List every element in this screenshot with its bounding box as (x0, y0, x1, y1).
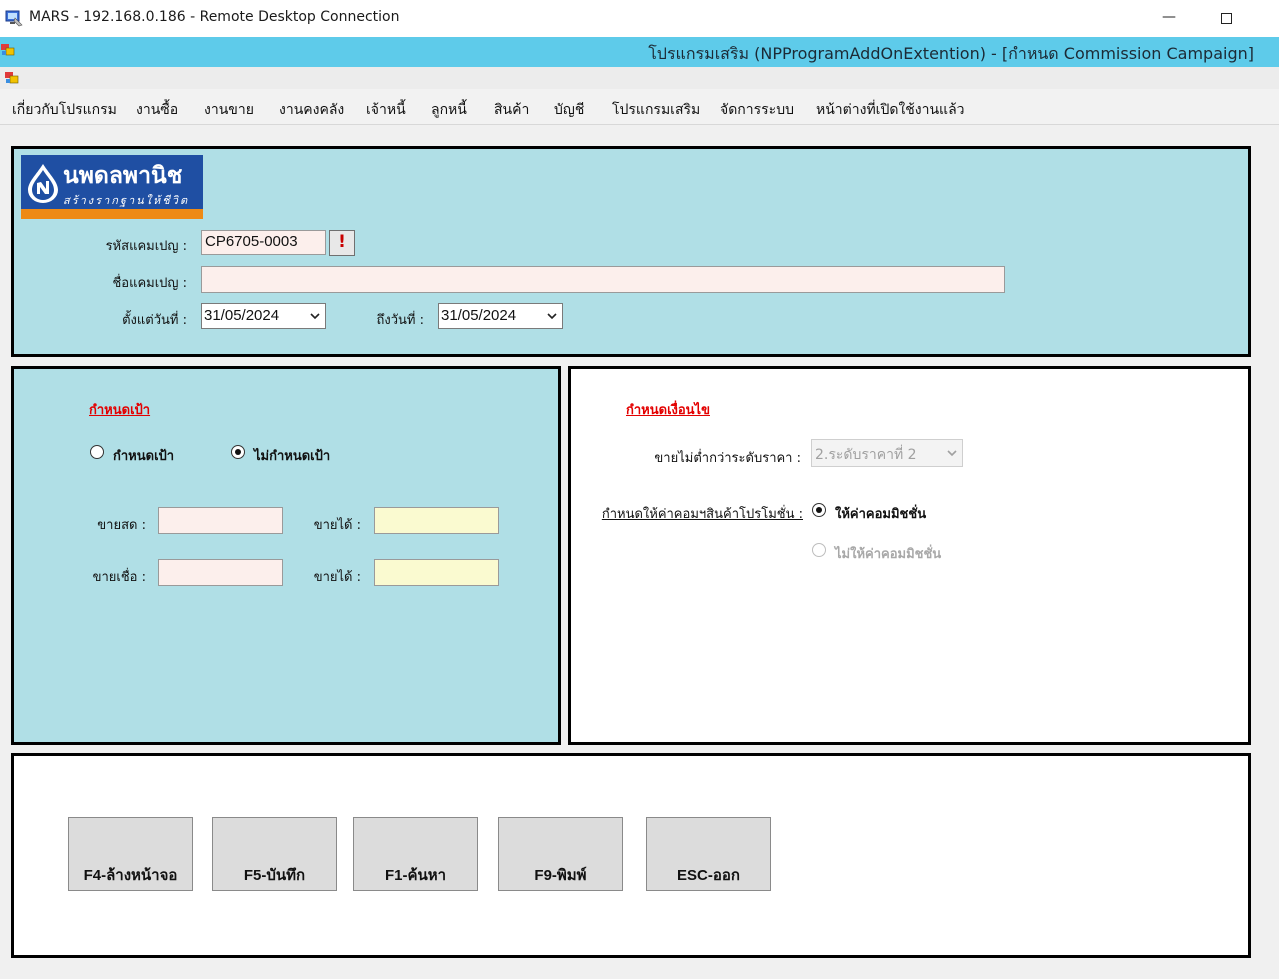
menu-products[interactable]: สินค้า (494, 99, 529, 121)
app-caption-title: โปรแกรมเสริม (NPProgramAddOnExtention) -… (648, 44, 1254, 63)
menu-accounting[interactable]: บัญชี (554, 99, 584, 121)
chevron-down-icon[interactable] (945, 446, 959, 460)
min-price-level-select[interactable]: 2.ระดับราคาที่ 2 (811, 439, 963, 467)
logo-emblem-icon (28, 164, 58, 203)
company-logo: นพดลพานิช สร้างรากฐานให้ชีวิต (21, 155, 203, 219)
logo-name: นพดลพานิช (63, 162, 183, 189)
target-panel: กำหนดเป้า กำหนดเป้า ไม่กำหนดเป้า ขายสด :… (11, 366, 561, 745)
campaign-code-label: รหัสแคมเปญ : (105, 239, 187, 254)
from-date-value: 31/05/2024 (204, 307, 280, 324)
chevron-down-icon[interactable] (308, 309, 322, 323)
menu-about[interactable]: เกี่ยวกับโปรแกรม (12, 99, 117, 121)
give-commission-label[interactable]: ให้ค่าคอมมิชชั่น (835, 503, 926, 524)
campaign-code-field[interactable]: CP6705-0003 (201, 230, 326, 255)
menu-payables[interactable]: เจ้าหนี้ (366, 99, 406, 121)
target-set-radio[interactable] (90, 445, 104, 459)
credit-sale-field[interactable] (158, 559, 283, 586)
menu-bar: เกี่ยวกับโปรแกรม งานซื้อ งานขาย งานคงคลั… (0, 89, 1279, 125)
condition-section-title: กำหนดเงื่อนไข (626, 403, 710, 418)
search-label: F1-ค้นหา (384, 867, 447, 884)
minimize-button[interactable]: — (1153, 4, 1185, 32)
clear-screen-label: F4-ล้างหน้าจอ (83, 867, 178, 884)
app-window-icon (1, 44, 15, 56)
to-date-value: 31/05/2024 (441, 307, 517, 324)
credit-earn-field[interactable] (374, 559, 499, 586)
target-set-label[interactable]: กำหนดเป้า (113, 445, 174, 466)
exit-label: ESC-ออก (677, 867, 740, 884)
logo-stripe (21, 209, 203, 219)
function-buttons-panel: F4-ล้างหน้าจอ F5-บันทึก F1-ค้นหา F9-พิมพ… (11, 753, 1251, 958)
campaign-code-alert-button[interactable]: ! (329, 230, 355, 256)
target-section-title: กำหนดเป้า (89, 403, 151, 418)
save-label: F5-บันทึก (243, 867, 306, 884)
credit-earn-label: ขายได้ : (313, 570, 361, 585)
menu-purchase[interactable]: งานซื้อ (136, 99, 178, 121)
menu-inventory[interactable]: งานคงคลัง (279, 99, 344, 121)
target-none-label[interactable]: ไม่กำหนดเป้า (254, 445, 330, 466)
cash-earn-field[interactable] (374, 507, 499, 534)
menu-receivables[interactable]: ลูกหนี้ (431, 99, 467, 121)
target-none-radio[interactable] (231, 445, 245, 459)
print-label: F9-พิมพ์ (534, 867, 587, 884)
campaign-name-label: ชื่อแคมเปญ : (112, 276, 187, 291)
exit-button[interactable]: ESC-ออก (646, 817, 771, 891)
logo-slogan: สร้างรากฐานให้ชีวิต (63, 194, 190, 207)
cash-earn-label: ขายได้ : (313, 518, 361, 533)
campaign-name-field[interactable] (201, 266, 1005, 293)
chevron-down-icon[interactable] (545, 309, 559, 323)
mdi-window-icon[interactable] (4, 70, 20, 86)
menu-system[interactable]: จัดการระบบ (720, 99, 794, 121)
maximize-button[interactable] (1210, 4, 1242, 32)
search-button[interactable]: F1-ค้นหา (353, 817, 478, 891)
remote-desktop-titlebar: MARS - 192.168.0.186 - Remote Desktop Co… (0, 0, 1279, 37)
credit-sale-label: ขายเชื่อ : (92, 570, 146, 585)
from-date-picker[interactable]: 31/05/2024 (201, 303, 326, 329)
min-price-level-label: ขายไม่ต่ำกว่าระดับราคา : (654, 451, 801, 466)
no-commission-radio[interactable] (812, 543, 826, 557)
campaign-header-panel: นพดลพานิช สร้างรากฐานให้ชีวิต รหัสแคมเปญ… (11, 146, 1251, 357)
cash-sale-field[interactable] (158, 507, 283, 534)
give-commission-radio[interactable] (812, 503, 826, 517)
to-date-picker[interactable]: 31/05/2024 (438, 303, 563, 329)
menu-open-windows[interactable]: หน้าต่างที่เปิดใช้งานแล้ว (816, 99, 965, 121)
no-commission-label[interactable]: ไม่ให้ค่าคอมมิชชั่น (835, 543, 941, 564)
window-title: MARS - 192.168.0.186 - Remote Desktop Co… (29, 9, 400, 25)
save-button[interactable]: F5-บันทึก (212, 817, 337, 891)
to-date-label: ถึงวันที่ : (376, 313, 425, 328)
min-price-level-value: 2.ระดับราคาที่ 2 (815, 447, 917, 463)
cash-sale-label: ขายสด : (97, 518, 146, 533)
app-caption-bar: โปรแกรมเสริม (NPProgramAddOnExtention) -… (0, 37, 1279, 67)
menu-sales[interactable]: งานขาย (204, 99, 254, 121)
clear-screen-button[interactable]: F4-ล้างหน้าจอ (68, 817, 193, 891)
maximize-icon (1220, 13, 1232, 24)
remote-desktop-icon (5, 10, 23, 27)
menu-addon[interactable]: โปรแกรมเสริม (612, 99, 700, 121)
from-date-label: ตั้งแต่วันที่ : (122, 313, 187, 328)
promo-commission-label: กำหนดให้ค่าคอมฯสินค้าโปรโมชั่น : (601, 507, 803, 522)
print-button[interactable]: F9-พิมพ์ (498, 817, 623, 891)
condition-panel: กำหนดเงื่อนไข ขายไม่ต่ำกว่าระดับราคา : 2… (568, 366, 1251, 745)
mdi-child-strip (0, 67, 1279, 89)
